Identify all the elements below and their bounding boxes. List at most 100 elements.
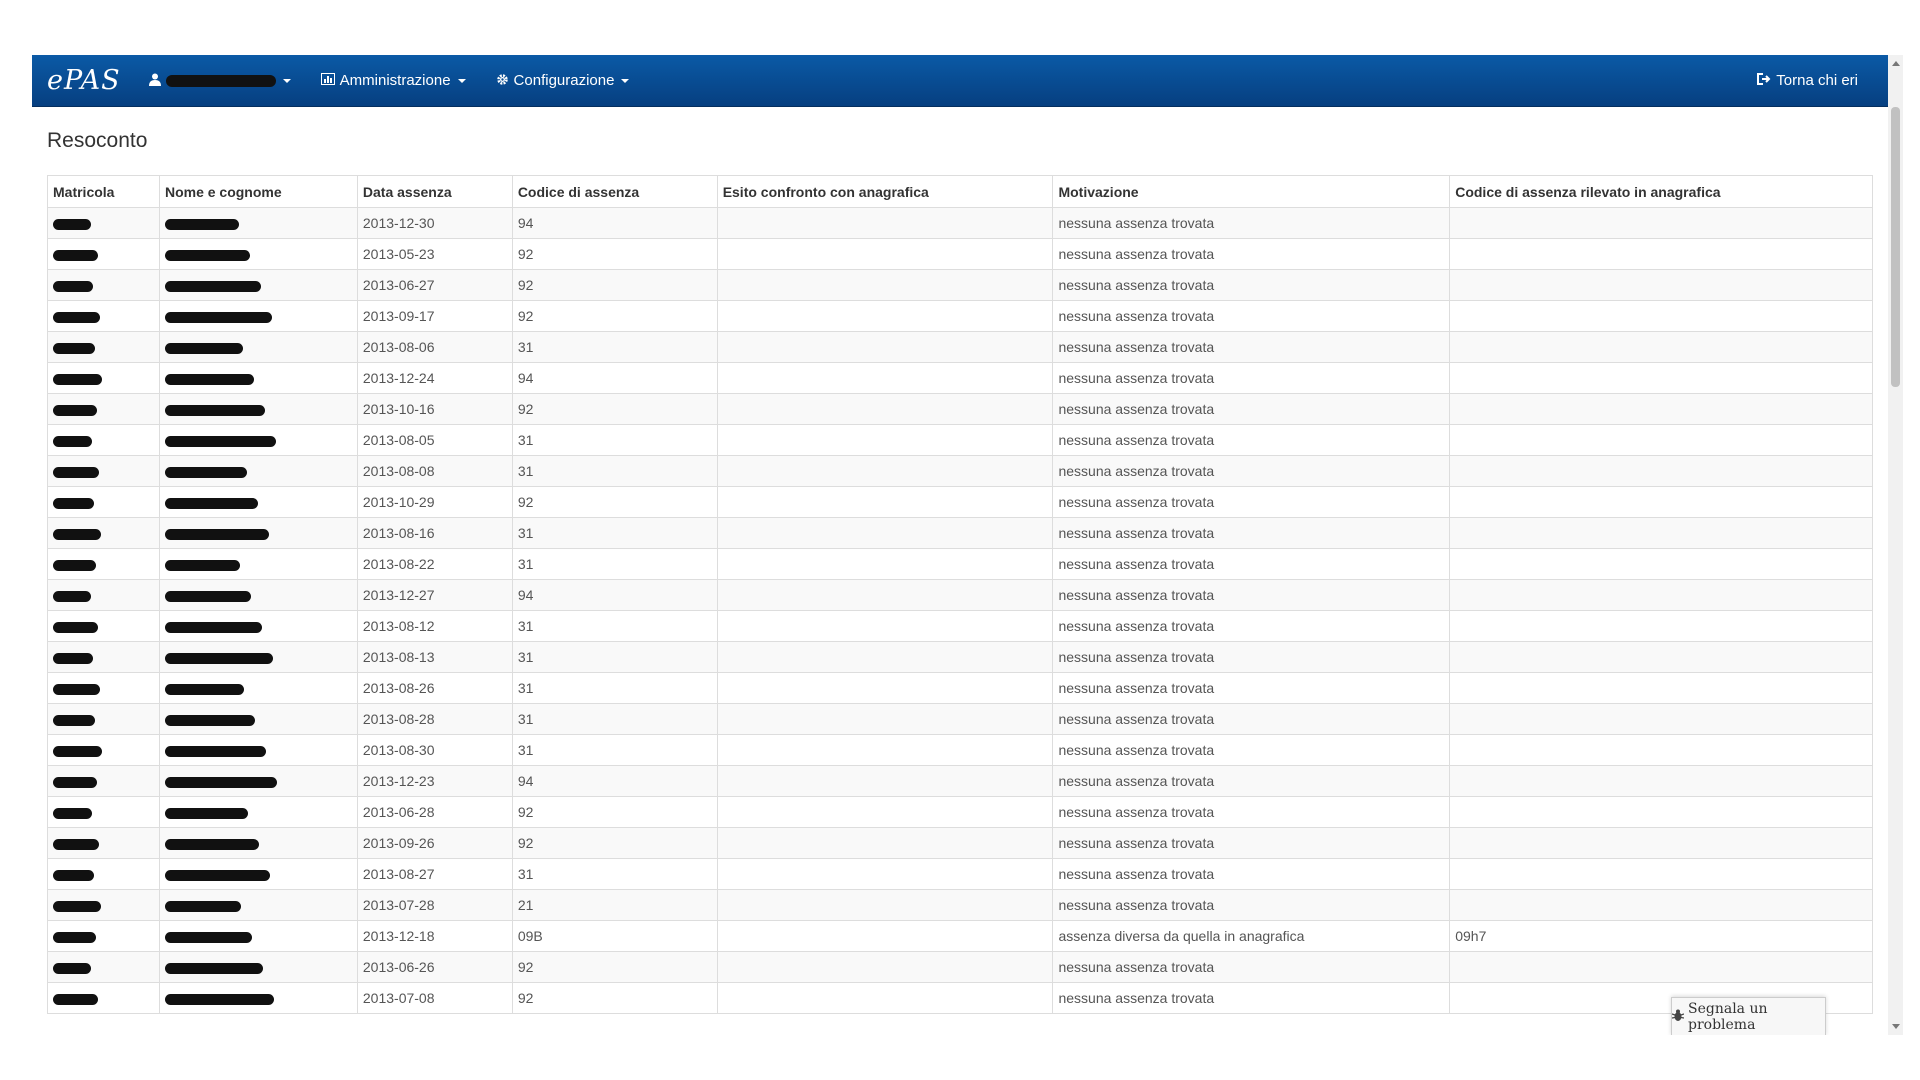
scroll-down-arrow-icon[interactable] — [1892, 1024, 1900, 1029]
redacted-text — [164, 807, 248, 819]
redacted-text — [164, 373, 254, 385]
cell-codice-rilevato — [1449, 579, 1873, 611]
table-row: 2013-07-08 92 nessuna assenza trovata — [47, 982, 1873, 1014]
scrollbar-thumb[interactable] — [1891, 107, 1900, 387]
bug-icon — [1671, 1009, 1685, 1026]
brand-logo[interactable]: ePAS — [47, 65, 121, 96]
cell-nome-cognome — [158, 858, 358, 890]
cell-data-assenza: 2013-08-27 — [356, 858, 513, 890]
cell-codice-assenza: 31 — [511, 548, 718, 580]
cell-codice-assenza: 31 — [511, 517, 718, 549]
menu-configurazione[interactable]: Configurazione — [496, 72, 630, 89]
menu-amministrazione[interactable]: Amministrazione — [320, 72, 466, 89]
cell-matricola — [47, 858, 160, 890]
cell-esito — [716, 765, 1054, 797]
cell-codice-assenza: 09B — [511, 920, 718, 952]
cell-matricola — [47, 703, 160, 735]
table-body: 2013-12-30 94 nessuna assenza trovata 2013-… — [47, 207, 1873, 1014]
cell-codice-rilevato — [1449, 455, 1873, 487]
cell-nome-cognome — [158, 486, 358, 518]
cell-nome-cognome — [158, 331, 358, 363]
cell-nome-cognome — [158, 920, 358, 952]
cell-matricola — [47, 796, 160, 828]
cell-codice-rilevato — [1449, 827, 1873, 859]
table-row: 2013-09-17 92 nessuna assenza trovata — [47, 300, 1873, 332]
cell-data-assenza: 2013-06-28 — [356, 796, 513, 828]
cell-motivazione: nessuna assenza trovata — [1052, 238, 1451, 270]
cell-motivazione: nessuna assenza trovata — [1052, 641, 1451, 673]
redacted-text — [53, 621, 98, 633]
cell-data-assenza: 2013-09-26 — [356, 827, 513, 859]
redacted-text — [53, 838, 99, 850]
page-title: Resoconto — [47, 129, 148, 152]
cell-matricola — [47, 734, 160, 766]
cell-nome-cognome — [158, 300, 358, 332]
cell-matricola — [47, 579, 160, 611]
table-row: 2013-08-28 31 nessuna assenza trovata — [47, 703, 1873, 735]
cell-motivazione: nessuna assenza trovata — [1052, 951, 1451, 983]
cell-data-assenza: 2013-12-27 — [356, 579, 513, 611]
cell-nome-cognome — [158, 796, 358, 828]
cell-esito — [716, 269, 1054, 301]
col-matricola: Matricola — [47, 175, 160, 208]
cell-esito — [716, 827, 1054, 859]
cell-esito — [716, 579, 1054, 611]
cell-esito — [716, 703, 1054, 735]
cell-matricola — [47, 362, 160, 394]
redacted-text — [164, 590, 251, 602]
cell-codice-assenza: 92 — [511, 951, 718, 983]
cell-nome-cognome — [158, 889, 358, 921]
table-row: 2013-08-27 31 nessuna assenza trovata — [47, 858, 1873, 890]
cell-data-assenza: 2013-07-28 — [356, 889, 513, 921]
gear-icon — [496, 73, 509, 89]
cell-matricola — [47, 517, 160, 549]
cell-matricola — [47, 455, 160, 487]
cell-motivazione: nessuna assenza trovata — [1052, 486, 1451, 518]
cell-codice-assenza: 31 — [511, 424, 718, 456]
cell-codice-rilevato — [1449, 858, 1873, 890]
cell-data-assenza: 2013-08-06 — [356, 331, 513, 363]
cell-esito — [716, 300, 1054, 332]
cell-data-assenza: 2013-12-30 — [356, 207, 513, 239]
cell-codice-assenza: 31 — [511, 610, 718, 642]
cell-codice-assenza: 94 — [511, 362, 718, 394]
cell-motivazione: nessuna assenza trovata — [1052, 827, 1451, 859]
cell-codice-assenza: 31 — [511, 455, 718, 487]
redacted-text — [53, 342, 95, 354]
cell-matricola — [47, 672, 160, 704]
cell-data-assenza: 2013-12-18 — [356, 920, 513, 952]
scroll-up-arrow-icon[interactable] — [1892, 61, 1900, 66]
table-row: 2013-12-23 94 nessuna assenza trovata — [47, 765, 1873, 797]
cell-motivazione: nessuna assenza trovata — [1052, 579, 1451, 611]
chart-icon — [320, 73, 335, 88]
report-problem-button[interactable]: Segnala un problema — [1671, 997, 1826, 1035]
cell-motivazione: nessuna assenza trovata — [1052, 889, 1451, 921]
table-row: 2013-12-18 09B assenza diversa da quella i… — [47, 920, 1873, 952]
back-button[interactable]: Torna chi eri — [1757, 72, 1858, 89]
cell-esito — [716, 796, 1054, 828]
redacted-text — [164, 218, 239, 230]
redacted-text — [53, 652, 93, 664]
redacted-text — [53, 559, 96, 571]
cell-codice-assenza: 94 — [511, 207, 718, 239]
user-menu[interactable] — [148, 73, 291, 89]
cell-codice-rilevato — [1449, 610, 1873, 642]
cell-esito — [716, 548, 1054, 580]
cell-codice-rilevato — [1449, 424, 1873, 456]
cell-codice-rilevato — [1449, 331, 1873, 363]
cell-data-assenza: 2013-07-08 — [356, 982, 513, 1014]
table-row: 2013-08-22 31 nessuna assenza trovata — [47, 548, 1873, 580]
vertical-scrollbar[interactable] — [1888, 55, 1903, 1035]
col-nome-cognome: Nome e cognome — [158, 175, 358, 208]
cell-codice-rilevato — [1449, 734, 1873, 766]
table-row: 2013-06-28 92 nessuna assenza trovata — [47, 796, 1873, 828]
redacted-text — [53, 931, 96, 943]
redacted-text — [164, 683, 244, 695]
table-header-row: Matricola Nome e cognome Data assenza Co… — [47, 175, 1873, 208]
cell-esito — [716, 641, 1054, 673]
cell-motivazione: nessuna assenza trovata — [1052, 362, 1451, 394]
redacted-text — [164, 993, 274, 1005]
redacted-text — [164, 497, 258, 509]
table-row: 2013-06-26 92 nessuna assenza trovata — [47, 951, 1873, 983]
cell-codice-rilevato — [1449, 765, 1873, 797]
